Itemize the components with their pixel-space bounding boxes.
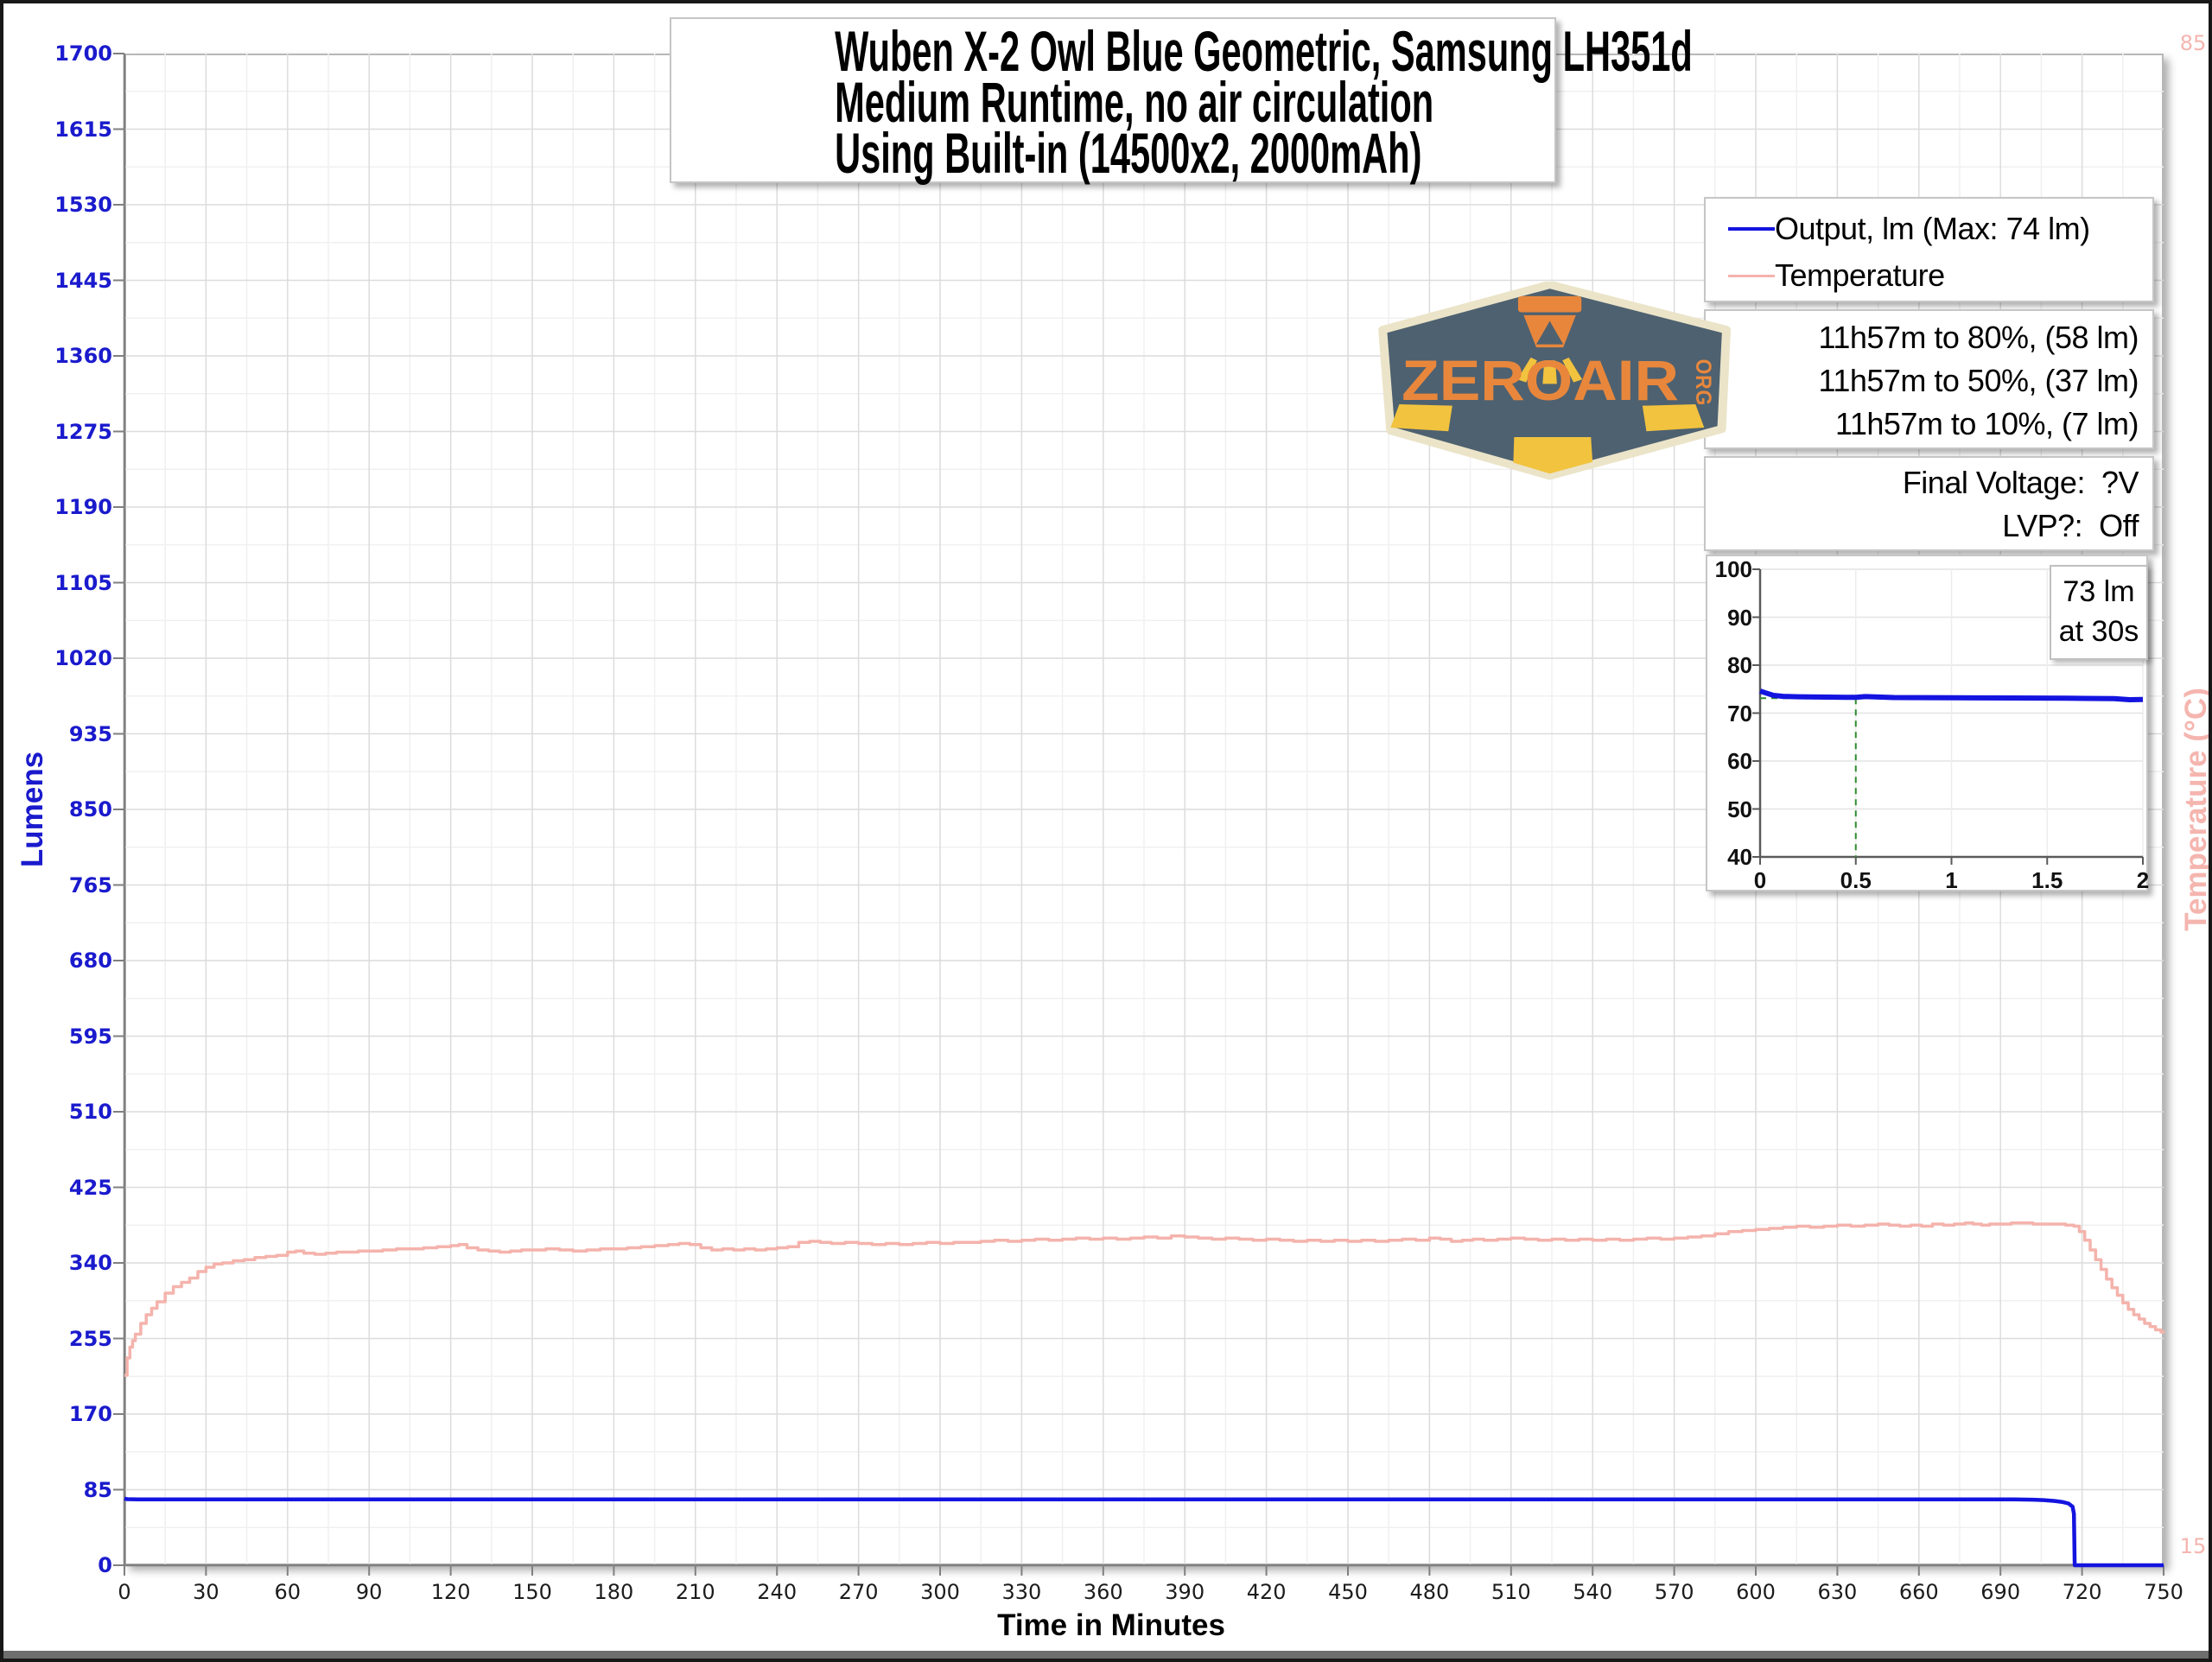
y-axis-tick-label: 425 <box>68 1175 112 1200</box>
y-axis-tick-label: 510 <box>68 1100 112 1124</box>
x-axis-tick-label: 750 <box>2144 1580 2183 1604</box>
y-axis-tick-label: 85 <box>83 1477 112 1502</box>
logo-org-suffix: ORG <box>1691 359 1715 407</box>
inset-chart-box: 40 50 60 70 80 90 100 0 0.5 1 1.5 2 73 lm at 30s <box>1706 555 2149 893</box>
inset-y-tick-label: 50 <box>1727 796 1752 822</box>
legend-item-temperature: Temperature <box>1706 252 2152 299</box>
y-axis-tick-label: 595 <box>68 1024 112 1049</box>
runtime-to-50: 11h57m to 50%, (37 lm) <box>1818 363 2139 398</box>
runtime-to-10: 11h57m to 10%, (7 lm) <box>1835 406 2139 441</box>
y-axis-tick-label: 255 <box>68 1326 112 1351</box>
output-line-swatch <box>1728 227 1775 231</box>
temperature-line-swatch <box>1728 274 1775 277</box>
annotation-lumens: 73 lm <box>2063 575 2135 608</box>
y-axis-tick-label: 1275 <box>54 419 112 444</box>
inset-y-tick-label: 80 <box>1727 652 1752 678</box>
inset-x-tick-label: 0 <box>1753 867 1767 893</box>
bottom-border-bar <box>3 1651 2209 1659</box>
chart-title-line-3: Using Built-in (14500x2, 2000mAh) <box>835 121 1422 185</box>
chart-title-box: Wuben X-2 Owl Blue Geometric, Samsung LH… <box>670 17 1693 185</box>
y-axis-tick-label: 1190 <box>54 495 112 519</box>
right-axis-label-top: 85 <box>2179 31 2207 55</box>
voltage-box: Final Voltage: ?V LVP?: Off <box>1704 456 2154 551</box>
inset-y-tick-label: 40 <box>1727 844 1752 870</box>
logo-wordmark: ZEROAIR <box>1402 348 1679 412</box>
legend-label-temperature: Temperature <box>1775 257 1945 293</box>
y-axis-tick-label: 1615 <box>54 117 112 142</box>
y-axis-tick-label: 340 <box>68 1251 112 1275</box>
final-voltage-text: Final Voltage: ?V <box>1902 465 2139 500</box>
y-axis-tick-label: 1105 <box>54 570 112 595</box>
inset-y-tick-label: 70 <box>1727 700 1752 726</box>
y-axis-tick-label: 1360 <box>54 344 112 368</box>
y-axis-tick-label: 1445 <box>54 268 112 293</box>
inset-y-tick-label: 60 <box>1727 748 1752 774</box>
y-axis-tick-label: 935 <box>68 721 112 746</box>
zeroair-logo: ZEROAIR ORG <box>1378 282 1732 480</box>
y-axis-tick-label: 0 <box>98 1553 112 1577</box>
lvp-text: LVP?: Off <box>2002 508 2139 543</box>
y-axis-tick-label: 765 <box>68 872 112 898</box>
inset-y-tick-label: 100 <box>1714 556 1752 582</box>
y-axis-tick-label: 1700 <box>54 41 112 66</box>
inset-x-tick-label: 0.5 <box>1840 867 1872 893</box>
annotation-time: at 30s <box>2058 615 2139 648</box>
legend-item-output: Output, lm (Max: 74 lm) <box>1706 206 2152 252</box>
x-axis-title: Time in Minutes <box>997 1608 1225 1642</box>
legend-label-output: Output, lm (Max: 74 lm) <box>1775 211 2090 246</box>
y-axis-tick-label: 1530 <box>54 193 112 217</box>
inset-x-tick-label: 1 <box>1945 867 1958 893</box>
inset-x-tick-label: 2 <box>2136 867 2150 893</box>
inset-annotation-box: 73 lm at 30s <box>2050 565 2148 660</box>
legend-box: Output, lm (Max: 74 lm) Temperature <box>1704 197 2154 302</box>
y-axis-tick-label: 680 <box>68 948 112 973</box>
inset-x-tick-label: 1.5 <box>2031 867 2063 893</box>
runtime-to-80: 11h57m to 80%, (58 lm) <box>1818 320 2139 355</box>
y-axis-title-lumens: Lumens <box>16 751 49 868</box>
right-axis-label-bottom: 15 <box>2179 1534 2207 1558</box>
chart-canvas: 0 85 170 255 340 425 510 595 680 765 850 935 1020 110… <box>0 0 2212 1662</box>
y-axis-title-temperature: Temperature (°C) <box>2179 688 2212 931</box>
inset-y-tick-label: 90 <box>1727 604 1752 631</box>
y-axis-tick-label: 1020 <box>54 646 112 670</box>
runtime-summary-box: 11h57m to 80%, (58 lm) 11h57m to 50%, (3… <box>1704 309 2154 449</box>
y-axis-tick-label: 170 <box>68 1402 112 1426</box>
